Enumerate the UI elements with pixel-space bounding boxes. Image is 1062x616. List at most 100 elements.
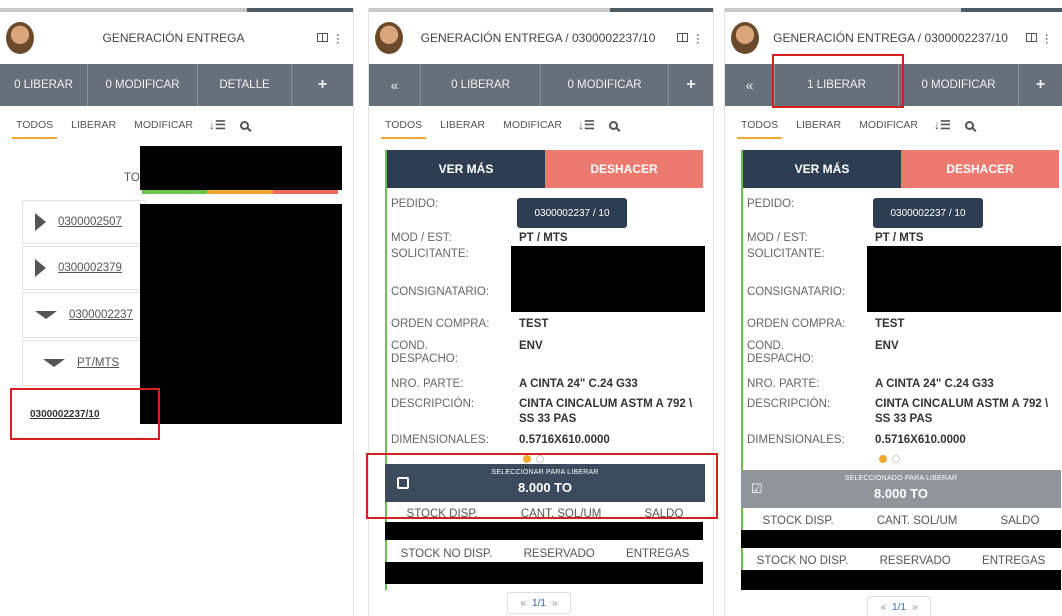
pedido-label: PEDIDO:	[391, 198, 439, 210]
back-button[interactable]: «	[369, 64, 421, 106]
split-view-icon[interactable]	[1022, 31, 1040, 45]
tab-modificar[interactable]: MODIFICAR	[857, 109, 920, 141]
carousel-dots[interactable]	[523, 455, 544, 463]
tab-modificar[interactable]: MODIFICAR	[501, 109, 564, 141]
nro-parte-value: A CINTA 24" C.24 G33	[519, 378, 638, 390]
expand-icon	[35, 213, 46, 231]
detail-panel: GENERACIÓN ENTREGA / 0300002237/10 ··· «…	[368, 8, 714, 616]
liberar-button[interactable]: 0 LIBERAR	[421, 64, 541, 106]
redacted-block	[741, 570, 1061, 590]
tab-liberar[interactable]: LIBERAR	[69, 109, 118, 141]
ver-mas-button[interactable]: VER MÁS	[743, 150, 901, 188]
redacted-block	[140, 204, 342, 424]
descripcion-label: DESCRIPCIÓN:	[747, 398, 831, 410]
selected-to-release[interactable]: ☑ SELECCIONADO PARA LIBERAR 8.000 TO	[741, 470, 1061, 508]
pedido-value: 0300002237 / 10	[517, 198, 627, 228]
sort-icon[interactable]: ↓☰	[209, 118, 226, 132]
page-title: GENERACIÓN ENTREGA / 0300002237/10	[420, 31, 656, 45]
list-item[interactable]: PT/MTS	[22, 340, 146, 386]
cant-sol-header: CANT. SOL/UM	[876, 515, 958, 527]
next-page-button[interactable]: »	[912, 602, 918, 613]
deshacer-button[interactable]: DESHACER	[901, 150, 1059, 188]
add-button[interactable]: +	[1019, 64, 1062, 106]
page-title: GENERACIÓN ENTREGA	[102, 31, 245, 45]
sort-icon[interactable]: ↓☰	[934, 118, 951, 132]
modificar-button[interactable]: 0 MODIFICAR	[88, 64, 198, 106]
tab-liberar[interactable]: LIBERAR	[438, 109, 487, 141]
page-indicator: 1/1	[532, 597, 546, 609]
select-quantity: 8.000 TO	[874, 486, 928, 501]
reservado-header: RESERVADO	[523, 548, 595, 560]
stock-header-row: STOCK DISP. CANT. SOL/UM SALDO	[741, 515, 1061, 527]
detalle-button[interactable]: DETALLE	[198, 64, 292, 106]
search-icon[interactable]	[239, 120, 249, 130]
order-link[interactable]: 0300002379	[58, 262, 122, 274]
pedido-value: 0300002237 / 10	[873, 198, 983, 228]
order-link[interactable]: 0300002507	[58, 216, 122, 228]
select-label: SELECCIONADO PARA LIBERAR	[844, 475, 958, 482]
liberar-button[interactable]: 0 LIBERAR	[0, 64, 88, 106]
stock-disp-header: STOCK DISP.	[762, 515, 834, 527]
redacted-block	[385, 562, 703, 584]
split-view-icon[interactable]	[673, 31, 691, 45]
more-vertical-icon[interactable]: ···	[1040, 33, 1058, 44]
select-to-release[interactable]: SELECCIONAR PARA LIBERAR 8.000 TO	[385, 464, 705, 502]
tab-todos[interactable]: TODOS	[380, 109, 427, 141]
sort-icon[interactable]: ↓☰	[578, 118, 595, 132]
pagination[interactable]: « 1/1 »	[507, 592, 571, 614]
tab-bar: TODOS LIBERAR MODIFICAR ↓☰	[0, 106, 353, 144]
add-button[interactable]: +	[292, 64, 353, 106]
prev-page-button[interactable]: «	[520, 598, 526, 609]
split-view-icon[interactable]	[313, 31, 331, 45]
tab-todos[interactable]: TODOS	[736, 109, 783, 141]
cond-label: COND.	[747, 340, 785, 352]
list-item[interactable]: 0300002237	[22, 292, 146, 338]
tab-modificar[interactable]: MODIFICAR	[132, 109, 195, 141]
dimensionales-label: DIMENSIONALES:	[391, 434, 489, 446]
add-button[interactable]: +	[669, 64, 713, 106]
modificar-button[interactable]: 0 MODIFICAR	[541, 64, 669, 106]
stock-header-row-2: STOCK NO DISP. RESERVADO ENTREGAS	[385, 548, 705, 560]
collapse-icon	[35, 311, 57, 319]
consignatario-label: CONSIGNATARIO:	[391, 286, 489, 298]
order-link[interactable]: 0300002237	[69, 309, 133, 321]
avatar[interactable]	[375, 22, 403, 54]
prev-page-button[interactable]: «	[880, 602, 886, 613]
stock-header-row-2: STOCK NO DISP. RESERVADO ENTREGAS	[741, 555, 1061, 567]
search-icon[interactable]	[964, 120, 974, 130]
next-page-button[interactable]: »	[552, 598, 558, 609]
list-item[interactable]: 0300002507	[22, 200, 146, 244]
tab-liberar[interactable]: LIBERAR	[794, 109, 843, 141]
avatar[interactable]	[731, 22, 759, 54]
avatar[interactable]	[6, 22, 34, 54]
carousel-dots[interactable]	[879, 455, 900, 463]
redacted-block	[741, 530, 1061, 548]
deshacer-button[interactable]: DESHACER	[545, 150, 703, 188]
panel-header: GENERACIÓN ENTREGA / 0300002237/10 ···	[725, 12, 1062, 64]
collapse-icon	[43, 359, 65, 367]
select-label: SELECCIONAR PARA LIBERAR	[491, 469, 599, 476]
cant-sol-header: CANT. SOL/UM	[520, 508, 602, 520]
cond-label: COND.	[391, 340, 429, 352]
dimensionales-value: 0.5716X610.0000	[875, 434, 966, 446]
liberar-button[interactable]: 1 LIBERAR	[775, 64, 899, 106]
action-bar: « 0 LIBERAR 0 MODIFICAR +	[369, 64, 713, 106]
redacted-block	[140, 146, 342, 190]
dimensionales-label: DIMENSIONALES:	[747, 434, 845, 446]
modificar-button[interactable]: 0 MODIFICAR	[899, 64, 1019, 106]
more-vertical-icon[interactable]: ···	[691, 33, 709, 44]
pagination[interactable]: « 1/1 »	[867, 596, 931, 616]
search-icon[interactable]	[608, 120, 618, 130]
redacted-block	[385, 522, 703, 540]
ver-mas-button[interactable]: VER MÁS	[387, 150, 545, 188]
page-indicator: 1/1	[892, 601, 906, 613]
tab-todos[interactable]: TODOS	[11, 109, 58, 141]
mod-est-value: PT / MTS	[519, 232, 568, 244]
more-vertical-icon[interactable]: ···	[331, 33, 349, 44]
saldo-header: SALDO	[644, 508, 684, 520]
saldo-header: SALDO	[1000, 515, 1040, 527]
back-button[interactable]: «	[725, 64, 775, 106]
list-item[interactable]: 0300002379	[22, 246, 146, 290]
selected-item[interactable]: 0300002237/10	[10, 388, 160, 440]
sub-item-link[interactable]: PT/MTS	[77, 357, 119, 369]
